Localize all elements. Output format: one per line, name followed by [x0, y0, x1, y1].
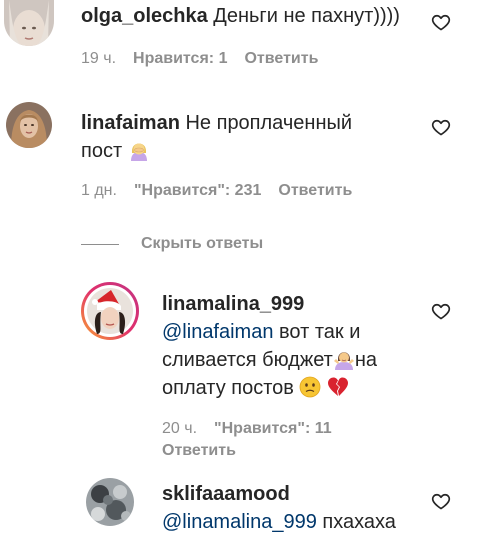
avatar[interactable] — [4, 0, 54, 46]
like-heart-icon[interactable] — [431, 301, 451, 321]
likes-count[interactable]: Нравится: 1 — [133, 48, 227, 70]
broken-heart-emoji-icon — [327, 376, 349, 398]
divider-line — [81, 243, 119, 245]
reply-text: пхахаха — [316, 511, 396, 533]
reply-text-b: сливается бюджет — [162, 349, 333, 371]
reply-button[interactable]: Ответить — [162, 440, 236, 462]
likes-count[interactable]: "Нравится": 11 — [214, 418, 332, 440]
reply-button[interactable]: Ответить — [244, 48, 318, 70]
likes-count[interactable]: "Нравится": 231 — [134, 180, 261, 202]
avatar[interactable] — [6, 102, 52, 148]
hide-replies-label: Скрыть ответы — [141, 235, 264, 252]
avatar-story-ring[interactable] — [81, 282, 139, 340]
reply-username[interactable]: linamalina_999 — [162, 293, 304, 315]
mention-link[interactable]: @linamalina_999 — [162, 511, 317, 533]
reply-time: 20 ч. — [162, 420, 198, 437]
reply-button[interactable]: Ответить — [278, 180, 352, 202]
reply-body: linamalina_999 @linafaiman вот так и сли… — [162, 290, 422, 402]
reply-text-c: на — [354, 349, 378, 371]
comment-text-line-1: Не проплаченный — [185, 112, 353, 134]
like-heart-icon[interactable] — [431, 491, 451, 511]
comment-username[interactable]: linafaiman — [81, 112, 180, 134]
comment-body: olga_olechka Деньги не пахнут)))) — [81, 2, 411, 30]
comment-body: linafaiman Не проплаченный пост — [81, 109, 411, 165]
reply-body: sklifaaamood @linamalina_999 пхахаха — [162, 480, 422, 536]
reply-text-a: вот так и — [273, 321, 361, 343]
confused-face-emoji-icon — [299, 376, 321, 398]
reply-username[interactable]: sklifaaamood — [162, 483, 290, 505]
comment-meta: 1 дн. "Нравится": 231 Ответить — [81, 180, 369, 202]
comment-username[interactable]: olga_olechka — [81, 5, 208, 27]
comment-text: Деньги не пахнут)))) — [213, 5, 400, 27]
comment-time: 19 ч. — [81, 50, 117, 67]
mention-link[interactable]: @linafaiman — [162, 321, 273, 343]
woman-shrugging-emoji-icon — [333, 348, 355, 370]
avatar[interactable] — [86, 478, 134, 526]
reply-text-d: оплату постов — [162, 377, 300, 399]
comment-meta: 19 ч. Нравится: 1 Ответить — [81, 48, 335, 70]
hide-replies-button[interactable]: Скрыть ответы — [81, 233, 263, 255]
comment-text-line-2: пост — [81, 140, 123, 162]
woman-facepalming-emoji-icon — [128, 139, 150, 161]
like-heart-icon[interactable] — [431, 117, 451, 137]
like-heart-icon[interactable] — [431, 12, 451, 32]
comment-time: 1 дн. — [81, 182, 117, 199]
reply-meta: 20 ч. "Нравится": 11 Ответить — [162, 418, 349, 462]
